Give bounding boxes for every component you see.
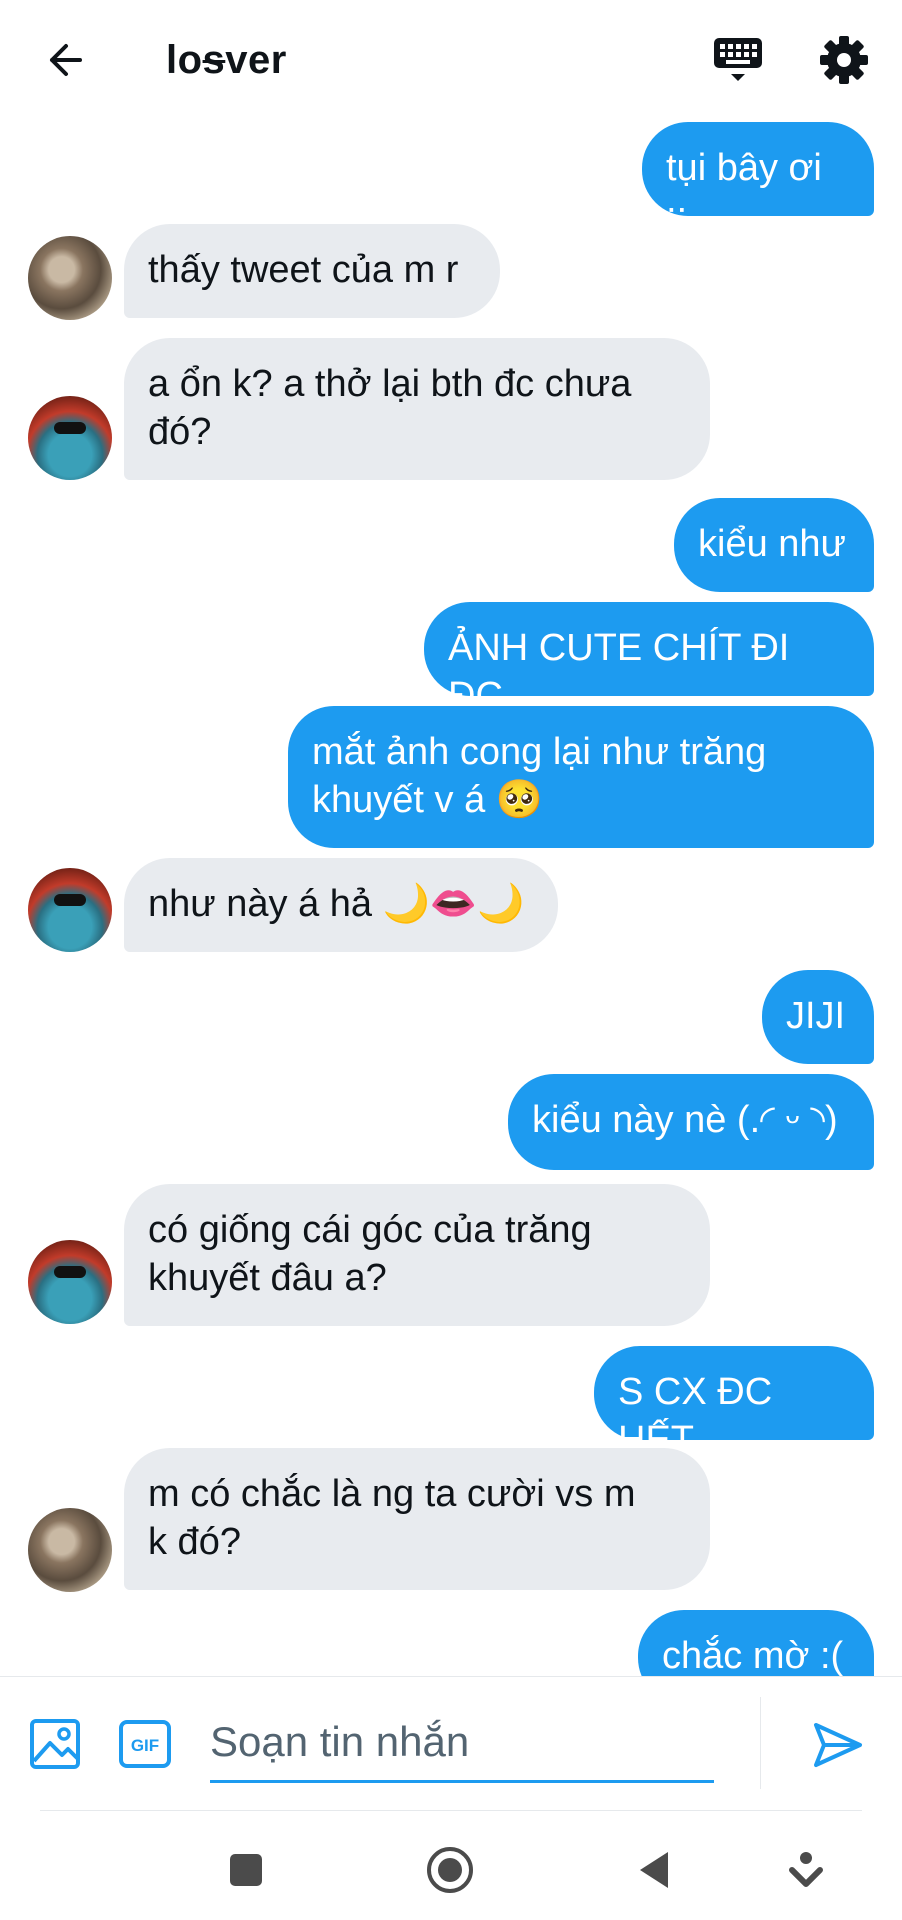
keyboard-icon <box>714 38 762 81</box>
system-navigation-bar <box>0 1820 902 1920</box>
chevron-down-icon <box>789 1852 823 1887</box>
send-button[interactable] <box>810 1717 866 1773</box>
hide-keyboard-button[interactable] <box>778 1842 834 1898</box>
composer-divider <box>760 1697 761 1789</box>
gif-label: GIF <box>131 1736 159 1755</box>
send-icon <box>814 1723 862 1767</box>
conversation-header: losver <box>0 0 902 118</box>
home-button[interactable] <box>422 1842 478 1898</box>
avatar[interactable] <box>28 1508 112 1592</box>
incoming-message[interactable]: như này á hả 🌙👄🌙 <box>124 858 558 952</box>
back-arrow-icon <box>50 44 82 76</box>
add-gif-button[interactable]: GIF <box>118 1717 172 1771</box>
avatar[interactable] <box>28 396 112 480</box>
keyboard-button[interactable] <box>708 30 768 90</box>
incoming-message[interactable]: thấy tweet của m r <box>124 224 500 318</box>
back-nav-button[interactable] <box>628 1842 684 1898</box>
outgoing-message[interactable]: tụi bây ơi ;; <box>642 122 874 237</box>
title-prefix: lo <box>166 38 203 82</box>
avatar[interactable] <box>28 236 112 320</box>
incoming-message[interactable]: có giống cái góc của trăng khuyết đâu a? <box>124 1184 710 1326</box>
incoming-message[interactable]: m có chắc là ng ta cười vs m k đó? <box>124 1448 710 1590</box>
gif-icon: GIF <box>119 1720 171 1768</box>
avatar[interactable] <box>28 868 112 952</box>
outgoing-message[interactable]: S CX ĐC HẾT <box>594 1346 874 1461</box>
triangle-back-icon <box>640 1852 668 1888</box>
outgoing-message[interactable]: mắt ảnh cong lại như trăng khuyết v á 🥺 <box>288 706 874 848</box>
settings-button[interactable] <box>814 30 874 90</box>
add-image-button[interactable] <box>28 1717 82 1771</box>
message-composer: GIF <box>0 1676 902 1809</box>
recent-apps-button[interactable] <box>218 1842 274 1898</box>
square-icon <box>230 1854 262 1886</box>
home-circle-icon <box>427 1847 473 1893</box>
avatar[interactable] <box>28 1240 112 1324</box>
outgoing-message[interactable]: ẢNH CUTE CHÍT ĐI ĐC <box>424 602 874 717</box>
back-button[interactable] <box>36 30 96 90</box>
outgoing-message[interactable]: kiểu như <box>674 498 874 592</box>
image-icon <box>30 1719 80 1769</box>
conversation-title[interactable]: losver <box>166 30 287 90</box>
message-input[interactable] <box>210 1703 714 1783</box>
title-suffix: ver <box>225 38 287 82</box>
gear-icon <box>820 36 868 84</box>
outgoing-message[interactable]: kiểu này nè (.◜ ᵕ ◝) <box>508 1074 874 1170</box>
composer-bottom-divider <box>40 1810 862 1811</box>
outgoing-message[interactable]: JIJI <box>762 970 874 1064</box>
incoming-message[interactable]: a ổn k? a thở lại bth đc chưa đó? <box>124 338 710 480</box>
title-strike: s <box>202 38 226 82</box>
